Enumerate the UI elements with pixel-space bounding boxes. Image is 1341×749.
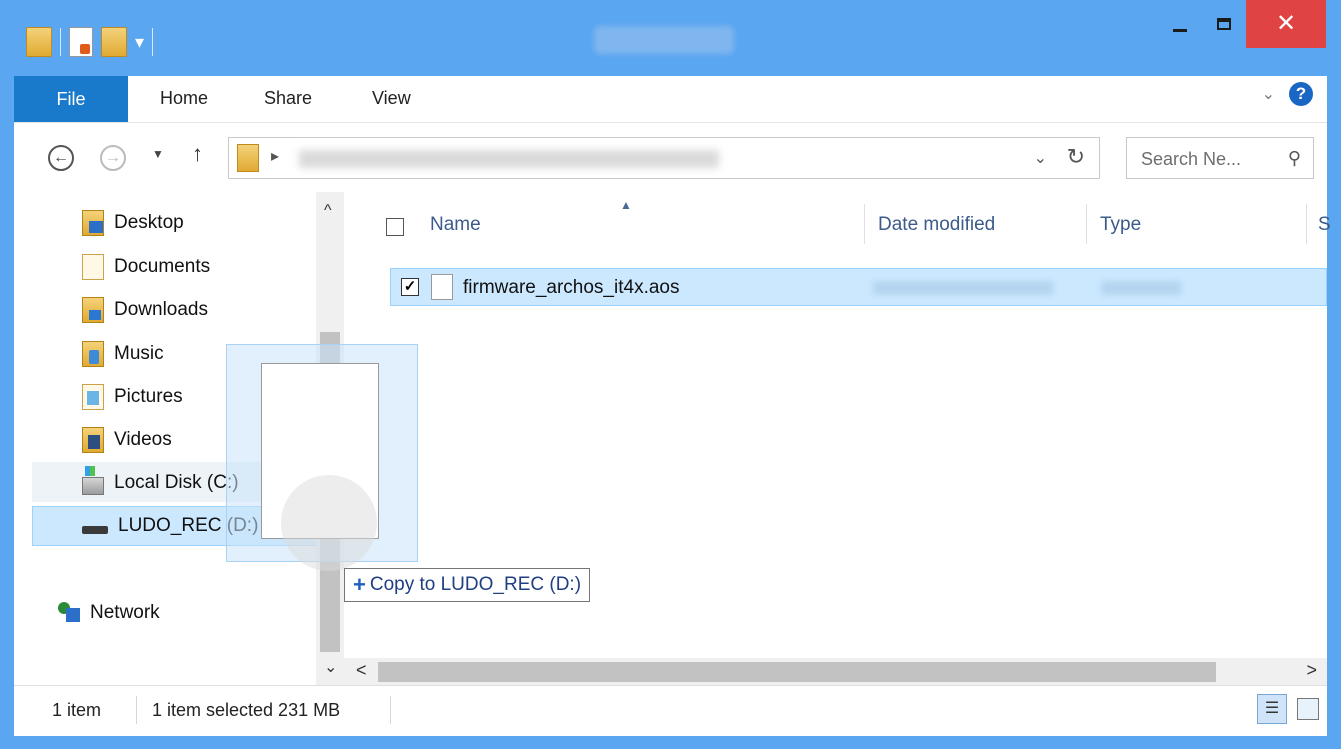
file-icon bbox=[431, 274, 453, 300]
sidebar-item-label: Pictures bbox=[114, 386, 183, 407]
drag-preview bbox=[226, 344, 418, 571]
column-divider[interactable] bbox=[1086, 204, 1087, 244]
sidebar-item-videos[interactable]: Videos bbox=[82, 425, 172, 455]
desktop-folder-icon bbox=[82, 210, 104, 236]
file-name: firmware_archos_it4x.aos bbox=[463, 277, 680, 298]
column-header-type[interactable]: Type bbox=[1100, 214, 1141, 236]
tab-home[interactable]: Home bbox=[160, 88, 208, 109]
sidebar-item-label: Documents bbox=[114, 256, 211, 277]
horizontal-scroll-thumb[interactable] bbox=[378, 662, 1216, 682]
customize-toolbar-icon[interactable]: ▾ bbox=[135, 32, 144, 53]
search-input[interactable]: Search Ne... ⚲ bbox=[1126, 137, 1314, 179]
drag-copy-tooltip: + Copy to LUDO_REC (D:) bbox=[344, 568, 591, 602]
toolbar-separator bbox=[152, 28, 154, 56]
search-icon: ⚲ bbox=[1287, 148, 1301, 168]
file-list-pane: ▲ Name Date modified Type S ✓ firmware_a… bbox=[344, 192, 1331, 685]
toolbar-separator bbox=[60, 28, 61, 56]
details-view-icon[interactable]: ☰ bbox=[1257, 694, 1287, 724]
breadcrumb-chevron-icon[interactable]: ▸ bbox=[271, 146, 279, 166]
date-modified-redacted bbox=[873, 281, 1053, 295]
sidebar-item-network[interactable]: Network bbox=[58, 598, 160, 628]
sidebar-item-music[interactable]: Music bbox=[82, 339, 164, 369]
close-button[interactable]: ✕ bbox=[1246, 0, 1326, 48]
refresh-icon[interactable]: ↻ bbox=[1067, 144, 1085, 170]
removable-drive-icon bbox=[82, 526, 108, 534]
sidebar-item-label: Videos bbox=[114, 429, 172, 450]
plus-icon: + bbox=[353, 572, 366, 597]
drag-tooltip-text: Copy to LUDO_REC (D:) bbox=[369, 574, 582, 595]
sidebar-item-pictures[interactable]: Pictures bbox=[82, 382, 183, 412]
column-header-size[interactable]: S bbox=[1318, 214, 1331, 236]
sidebar-item-desktop[interactable]: Desktop bbox=[82, 208, 184, 238]
scroll-right-icon[interactable]: > bbox=[1306, 660, 1317, 681]
scroll-up-icon[interactable]: ^ bbox=[324, 202, 332, 220]
downloads-folder-icon bbox=[82, 297, 104, 323]
new-folder-icon[interactable] bbox=[101, 27, 127, 57]
hard-drive-icon bbox=[82, 466, 104, 495]
table-row[interactable]: ✓ firmware_archos_it4x.aos bbox=[390, 268, 1327, 306]
title-bar: ▾ ✕ bbox=[0, 0, 1341, 70]
back-arrow-icon[interactable]: ← bbox=[48, 145, 74, 171]
drag-cursor-circle bbox=[281, 475, 377, 571]
network-icon bbox=[58, 600, 80, 626]
sort-ascending-icon: ▲ bbox=[620, 198, 632, 212]
sidebar-item-downloads[interactable]: Downloads bbox=[82, 295, 208, 325]
forward-arrow-icon[interactable]: → bbox=[100, 145, 126, 171]
column-divider[interactable] bbox=[864, 204, 865, 244]
item-count: 1 item bbox=[52, 700, 102, 720]
window-title-redacted bbox=[594, 26, 734, 54]
videos-folder-icon bbox=[82, 427, 104, 453]
column-divider[interactable] bbox=[1306, 204, 1307, 244]
sidebar-item-local-disk[interactable]: Local Disk (C:) bbox=[82, 466, 239, 498]
status-bar: 1 item 1 item selected 231 MB ☰ bbox=[14, 685, 1327, 736]
address-row: ← → ▼ ↑ ▸ ⌄ ↻ Search Ne... ⚲ bbox=[14, 122, 1327, 193]
quick-access-toolbar: ▾ bbox=[26, 22, 154, 62]
explorer-window: ▾ ✕ File Home Share View ⌄ ? ← → ▼ ↑ ▸ ⌄… bbox=[0, 0, 1341, 749]
search-placeholder: Search Ne... bbox=[1141, 149, 1242, 169]
selection-info: 1 item selected 231 MB bbox=[152, 700, 341, 720]
sidebar-item-label: Music bbox=[114, 343, 164, 364]
up-arrow-icon[interactable]: ↑ bbox=[192, 141, 203, 167]
large-icons-view-icon[interactable] bbox=[1297, 698, 1319, 720]
scroll-down-icon[interactable]: ⌄ bbox=[324, 657, 337, 677]
status-divider bbox=[390, 696, 391, 724]
file-type-redacted bbox=[1101, 281, 1181, 295]
address-history-icon[interactable]: ⌄ bbox=[1034, 148, 1047, 168]
scroll-left-icon[interactable]: < bbox=[356, 660, 367, 681]
tab-file[interactable]: File bbox=[14, 76, 128, 122]
pictures-folder-icon bbox=[82, 384, 104, 410]
sidebar-item-label: Network bbox=[90, 602, 160, 623]
folder-icon bbox=[26, 27, 52, 57]
tab-share[interactable]: Share bbox=[264, 88, 312, 109]
ribbon-tabs: File Home Share View ⌄ ? bbox=[14, 76, 1327, 122]
select-all-checkbox[interactable] bbox=[386, 218, 404, 236]
sidebar-item-label: Local Disk (C:) bbox=[114, 472, 239, 493]
help-icon[interactable]: ? bbox=[1289, 82, 1313, 106]
column-header-date[interactable]: Date modified bbox=[878, 214, 995, 236]
breadcrumb-path-redacted bbox=[299, 150, 719, 168]
status-divider bbox=[136, 696, 137, 724]
maximize-icon bbox=[1217, 18, 1231, 30]
horizontal-scrollbar[interactable]: < > bbox=[344, 658, 1327, 685]
sidebar-item-documents[interactable]: Documents bbox=[82, 252, 210, 282]
address-bar[interactable]: ▸ ⌄ ↻ bbox=[228, 137, 1100, 179]
ribbon-right-controls: ⌄ ? bbox=[1262, 82, 1313, 106]
properties-icon[interactable] bbox=[69, 27, 93, 57]
close-icon: ✕ bbox=[1275, 10, 1297, 37]
row-checkbox-checked[interactable]: ✓ bbox=[401, 278, 419, 296]
sidebar-item-label: Downloads bbox=[114, 299, 208, 320]
expand-ribbon-icon[interactable]: ⌄ bbox=[1262, 84, 1275, 104]
folder-icon bbox=[237, 144, 259, 172]
maximize-button[interactable] bbox=[1204, 0, 1244, 48]
recent-locations-icon[interactable]: ▼ bbox=[152, 147, 164, 161]
documents-folder-icon bbox=[82, 254, 104, 280]
minimize-icon bbox=[1173, 28, 1187, 32]
minimize-button[interactable] bbox=[1160, 0, 1200, 48]
music-folder-icon bbox=[82, 341, 104, 367]
column-header-name[interactable]: Name bbox=[430, 214, 481, 236]
sidebar-item-label: Desktop bbox=[114, 212, 184, 233]
tab-view[interactable]: View bbox=[372, 88, 411, 109]
